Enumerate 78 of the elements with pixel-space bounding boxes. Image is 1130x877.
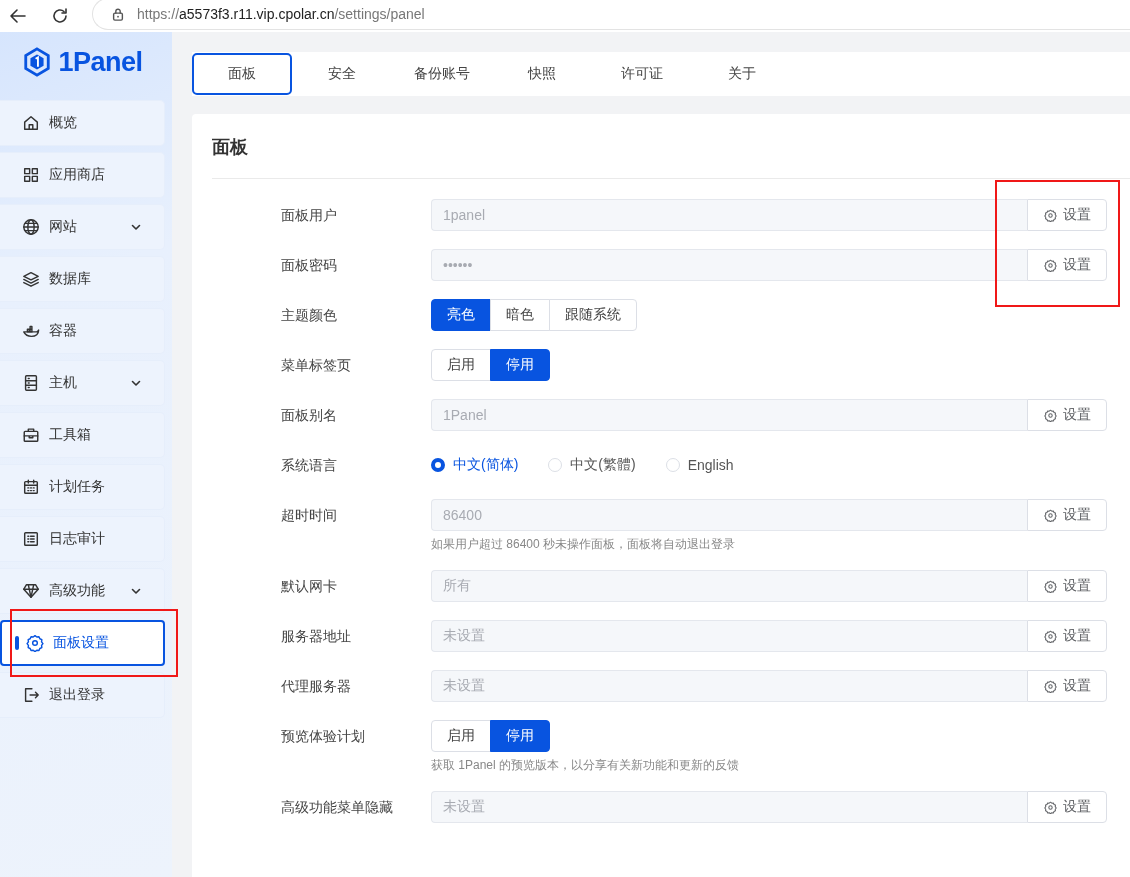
logo-text: 1Panel bbox=[58, 46, 143, 78]
gear-icon bbox=[1043, 258, 1057, 272]
tab[interactable]: 面板 bbox=[192, 53, 292, 95]
settings-button[interactable]: 设置 bbox=[1027, 791, 1107, 823]
help-text: 获取 1Panel 的预览版本，以分享有关新功能和更新的反馈 bbox=[431, 757, 740, 773]
settings-button[interactable]: 设置 bbox=[1027, 670, 1107, 702]
settings-button[interactable]: 设置 bbox=[1027, 399, 1107, 431]
field-label: 菜单标签页 bbox=[281, 356, 352, 375]
radio-option[interactable]: English bbox=[665, 456, 734, 474]
logout-icon bbox=[22, 686, 40, 704]
tab[interactable]: 安全 bbox=[292, 53, 392, 95]
gear-icon bbox=[1043, 208, 1057, 222]
field-label: 主题颜色 bbox=[281, 306, 338, 325]
radio-option[interactable]: 中文(繁體) bbox=[548, 456, 636, 474]
field-label: 面板别名 bbox=[281, 406, 338, 425]
gear-icon bbox=[1043, 508, 1057, 522]
diamond-icon bbox=[22, 582, 40, 600]
server-icon bbox=[22, 374, 40, 392]
sidebar-item[interactable]: 数据库 bbox=[0, 256, 165, 302]
hexagon-logo-icon bbox=[22, 46, 53, 78]
gear-icon bbox=[1043, 800, 1057, 814]
sidebar-item[interactable]: 日志审计 bbox=[0, 516, 165, 562]
globe-icon bbox=[22, 218, 40, 236]
radio-option[interactable]: 中文(简体) bbox=[431, 456, 519, 474]
tab[interactable]: 许可证 bbox=[592, 53, 692, 95]
sidebar-item[interactable]: 面板设置 bbox=[0, 620, 165, 666]
back-icon[interactable] bbox=[8, 6, 28, 26]
list-icon bbox=[22, 530, 40, 548]
gear-icon bbox=[1043, 679, 1057, 693]
segment-button[interactable]: 暗色 bbox=[490, 299, 550, 331]
grid-icon bbox=[22, 166, 40, 184]
gear-icon bbox=[1043, 629, 1057, 643]
calendar-icon bbox=[22, 478, 40, 496]
tab[interactable]: 快照 bbox=[492, 53, 592, 95]
field-label: 面板用户 bbox=[281, 206, 338, 225]
sidebar-item[interactable]: 网站 bbox=[0, 204, 165, 250]
settings-button[interactable]: 设置 bbox=[1027, 249, 1107, 281]
home-icon bbox=[22, 114, 40, 132]
settings-button[interactable]: 设置 bbox=[1027, 499, 1107, 531]
sidebar-item[interactable]: 退出登录 bbox=[0, 672, 165, 718]
segment-button[interactable]: 停用 bbox=[490, 720, 550, 752]
tab[interactable]: 备份账号 bbox=[392, 53, 492, 95]
sidebar-item[interactable]: 容器 bbox=[0, 308, 165, 354]
field-label: 预览体验计划 bbox=[281, 727, 366, 746]
field-label: 系统语言 bbox=[281, 456, 338, 475]
layers-icon bbox=[22, 270, 40, 288]
settings-icon bbox=[26, 634, 44, 652]
sidebar-item[interactable]: 主机 bbox=[0, 360, 165, 406]
address-bar[interactable]: https://a5573f3.r11.vip.cpolar.cn/settings/panel bbox=[92, 0, 1130, 30]
gear-icon bbox=[1043, 579, 1057, 593]
settings-button[interactable]: 设置 bbox=[1027, 199, 1107, 231]
toolbox-icon bbox=[22, 426, 40, 444]
field-label: 超时时间 bbox=[281, 506, 338, 525]
field-label: 面板密码 bbox=[281, 256, 338, 275]
active-indicator bbox=[15, 636, 19, 650]
tab[interactable]: 关于 bbox=[692, 53, 792, 95]
lock-icon bbox=[111, 7, 125, 21]
field-label: 默认网卡 bbox=[281, 577, 338, 596]
segment-button[interactable]: 亮色 bbox=[431, 299, 491, 331]
segment-button[interactable]: 启用 bbox=[431, 349, 491, 381]
gear-icon bbox=[1043, 408, 1057, 422]
segment-button[interactable]: 跟随系统 bbox=[549, 299, 637, 331]
help-text: 如果用户超过 86400 秒未操作面板，面板将自动退出登录 bbox=[431, 536, 737, 552]
segment-button[interactable]: 停用 bbox=[490, 349, 550, 381]
sidebar-item[interactable]: 工具箱 bbox=[0, 412, 165, 458]
settings-button[interactable]: 设置 bbox=[1027, 620, 1107, 652]
sidebar-item[interactable]: 应用商店 bbox=[0, 152, 165, 198]
sidebar-item[interactable]: 计划任务 bbox=[0, 464, 165, 510]
url-text: https://a5573f3.r11.vip.cpolar.cn/settings/panel bbox=[137, 6, 425, 22]
segment-button[interactable]: 启用 bbox=[431, 720, 491, 752]
field-label: 高级功能菜单隐藏 bbox=[281, 798, 394, 817]
field-label: 代理服务器 bbox=[281, 677, 352, 696]
field-label: 服务器地址 bbox=[281, 627, 352, 646]
sidebar-item[interactable]: 概览 bbox=[0, 100, 165, 146]
reload-icon[interactable] bbox=[50, 6, 70, 26]
settings-button[interactable]: 设置 bbox=[1027, 570, 1107, 602]
sidebar-item[interactable]: 高级功能 bbox=[0, 568, 165, 614]
card-title: 面板 bbox=[212, 114, 1130, 179]
